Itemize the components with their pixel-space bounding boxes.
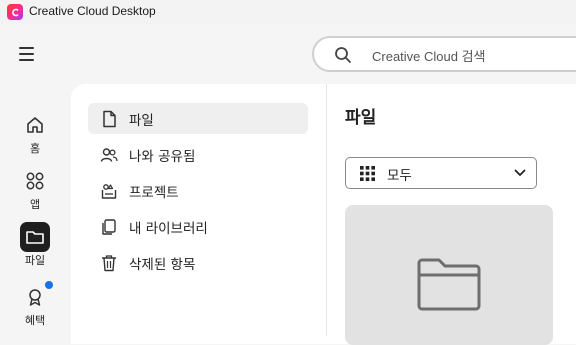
search-icon (335, 47, 351, 63)
rail-item-home[interactable]: 홈 (14, 110, 56, 155)
rail-item-rewards[interactable]: 혜택 (14, 281, 56, 327)
grid-icon (360, 166, 375, 181)
filter-dropdown[interactable]: 모두 (345, 157, 537, 189)
filter-selected-label: 모두 (387, 168, 412, 184)
rail-label-home: 홈 (29, 142, 41, 155)
nav-item-deleted[interactable]: 삭제된 항목 (88, 247, 308, 278)
search-box[interactable] (312, 36, 576, 72)
document-icon (100, 110, 118, 128)
nav-label-files: 파일 (129, 112, 154, 129)
search-input[interactable] (370, 45, 574, 67)
rail-label-apps: 앱 (29, 198, 41, 211)
window-title: Creative Cloud Desktop (29, 4, 156, 18)
panel-divider (326, 84, 327, 336)
nav-label-shared: 나와 공유됨 (129, 148, 196, 165)
rail-item-files[interactable]: 파일 (14, 222, 56, 267)
rail-label-rewards: 혜택 (24, 314, 46, 327)
creative-cloud-logo-icon (7, 4, 23, 20)
library-icon (100, 218, 118, 236)
folder-icon (20, 222, 50, 252)
nav-label-deleted: 삭제된 항목 (129, 256, 196, 273)
menu-button[interactable] (18, 45, 36, 63)
title-bar: Creative Cloud Desktop (0, 0, 576, 24)
shared-users-icon (100, 146, 118, 164)
rail-item-apps[interactable]: 앱 (14, 166, 56, 211)
trash-icon (100, 254, 118, 272)
rail-label-files: 파일 (24, 254, 46, 267)
nav-item-shared[interactable]: 나와 공유됨 (88, 139, 308, 170)
nav-item-projects[interactable]: 프로젝트 (88, 175, 308, 206)
rewards-icon (20, 281, 53, 312)
folder-icon (417, 258, 481, 311)
page-title: 파일 (345, 108, 377, 128)
home-icon (20, 110, 50, 140)
nav-item-libraries[interactable]: 내 라이브러리 (88, 211, 308, 242)
file-card[interactable] (345, 205, 553, 345)
nav-label-projects: 프로젝트 (129, 184, 179, 201)
notification-dot (45, 281, 53, 289)
project-icon (100, 182, 118, 200)
nav-item-files[interactable]: 파일 (88, 103, 308, 134)
apps-icon (20, 166, 50, 196)
nav-label-libraries: 내 라이브러리 (129, 220, 208, 237)
chevron-down-icon (514, 169, 526, 176)
